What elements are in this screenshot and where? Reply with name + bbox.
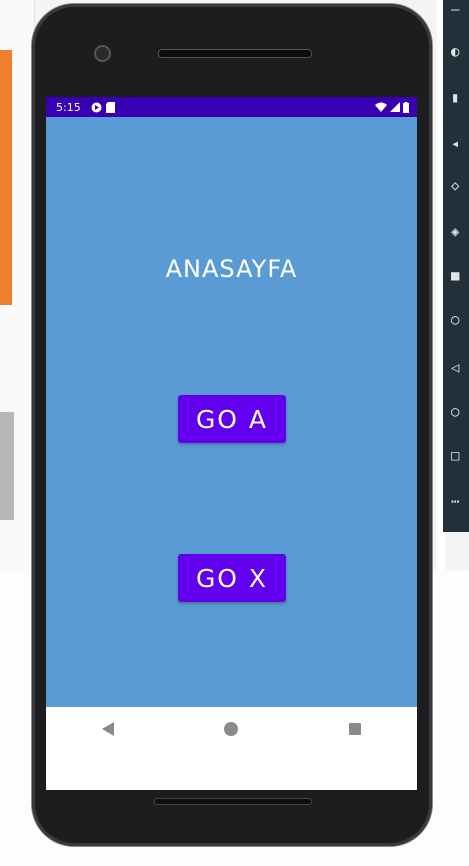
toolbar-minimize-icon[interactable]: – [451, 2, 459, 18]
ide-gray-marker [0, 412, 14, 520]
toolbar-home-icon[interactable]: ○ [451, 404, 459, 420]
home-icon[interactable] [221, 719, 241, 739]
play-protect-icon [91, 102, 102, 112]
navigation-bar [46, 707, 417, 790]
toolbar-overview-icon[interactable]: □ [451, 448, 459, 464]
back-icon[interactable] [98, 719, 118, 739]
signal-icon [390, 102, 400, 112]
toolbar-rotate-icon[interactable]: ◇ [451, 178, 459, 194]
status-bar: 5:15 [46, 97, 417, 117]
ide-emulator-toolbar: – ◐ ▮ ◂ ◇ ◈ ■ ○ ◁ ○ □ ⋯ [443, 0, 469, 532]
toolbar-volume-icon[interactable]: ▮ [451, 90, 459, 106]
toolbar-camera-icon[interactable]: ■ [451, 268, 459, 284]
status-time: 5:15 [56, 100, 81, 114]
toolbar-zoom-icon[interactable]: ○ [451, 312, 459, 328]
front-camera [94, 45, 111, 62]
bottom-speaker [154, 798, 312, 805]
toolbar-rotate-right-icon[interactable]: ◈ [451, 224, 459, 240]
toolbar-volume-down-icon[interactable]: ◂ [451, 136, 459, 152]
toolbar-back-icon[interactable]: ◁ [451, 360, 459, 376]
main-content: ANASAYFA GO A GO X [46, 117, 417, 707]
device-screen: 5:15 ANASAYFA GO A GO X [46, 97, 417, 790]
go-a-button[interactable]: GO A [178, 395, 286, 443]
page-title: ANASAYFA [165, 255, 298, 283]
wifi-icon [375, 102, 387, 112]
toolbar-power-icon[interactable]: ◐ [451, 44, 459, 60]
go-x-button[interactable]: GO X [178, 554, 286, 602]
ide-orange-marker [0, 50, 12, 305]
toolbar-more-icon[interactable]: ⋯ [451, 494, 459, 510]
recents-icon[interactable] [345, 719, 365, 739]
earpiece-speaker [158, 49, 312, 58]
sd-card-icon [105, 101, 115, 113]
battery-icon [403, 101, 409, 113]
